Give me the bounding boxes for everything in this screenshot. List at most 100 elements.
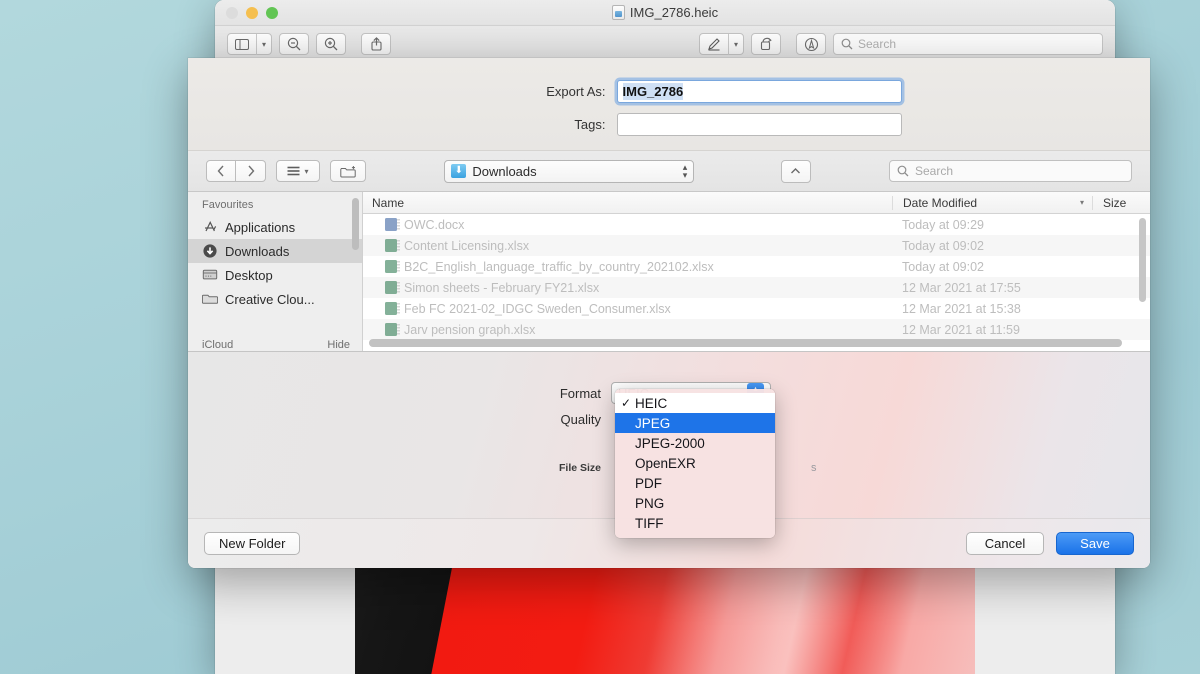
column-header-date-label: Date Modified [903, 195, 978, 210]
sidebar-view-button[interactable]: ▾ [227, 33, 273, 55]
window-title: IMG_2786.heic [215, 5, 1115, 20]
markup-pen-icon[interactable] [700, 34, 728, 55]
file-size-value: s [811, 462, 817, 474]
tags-input[interactable] [616, 113, 902, 136]
file-date-cell: 12 Mar 2021 at 15:38 [902, 301, 1021, 316]
sidebar-view-chevron-down-icon[interactable]: ▾ [256, 33, 271, 55]
markup-button[interactable]: ▾ [698, 33, 744, 55]
sidebar-header: Favourites [202, 199, 254, 211]
view-options-chevron-down-icon: ▾ [304, 166, 309, 176]
zoom-out-icon [287, 37, 301, 51]
sidebar-item-desktop[interactable]: Desktop [188, 263, 362, 287]
location-stepper-icon[interactable]: ▴ ▾ [683, 163, 688, 180]
dialog-action-buttons: Cancel Save [966, 532, 1134, 555]
menu-item-label: OpenEXR [635, 455, 696, 471]
export-as-value: IMG_2786 [622, 83, 684, 100]
location-popup-button[interactable]: Downloads ▴▾ [444, 159, 695, 183]
file-name-cell: OWC.docx [363, 218, 892, 232]
format-dropdown-menu[interactable]: ✓ HEIC JPEG JPEG-2000 OpenEXR PDF PNG TI… [615, 389, 775, 538]
menu-item-openexr[interactable]: OpenEXR [615, 453, 775, 473]
back-button[interactable] [206, 160, 236, 182]
preview-titlebar: IMG_2786.heic [215, 0, 1115, 26]
new-folder-button[interactable]: New Folder [204, 532, 301, 555]
sidebar-item-downloads[interactable]: Downloads [188, 239, 362, 263]
menu-item-label: HEIC [635, 395, 668, 411]
tags-row: Tags: [188, 113, 1150, 136]
share-button[interactable] [361, 33, 392, 55]
enclosing-folder-button[interactable] [780, 159, 811, 183]
file-name-text: Content Licensing.xlsx [404, 238, 530, 253]
sidebar-icloud-label: iCloud [202, 339, 234, 351]
table-row[interactable]: Simon sheets - February FY21.xlsx 12 Mar… [363, 277, 1150, 298]
menu-item-jpeg[interactable]: JPEG [615, 413, 775, 433]
tags-label: Tags: [574, 117, 606, 132]
column-header-date-modified[interactable]: Date Modified ▾ [892, 195, 1092, 210]
heic-document-icon [611, 5, 625, 20]
table-row[interactable]: Jarv pension graph.xlsx 12 Mar 2021 at 1… [363, 319, 1150, 340]
word-document-icon [385, 218, 400, 231]
file-browser-search-field[interactable]: Search [888, 160, 1132, 182]
file-name-text: Jarv pension graph.xlsx [404, 322, 536, 337]
new-folder-icon [340, 165, 356, 177]
forward-button[interactable] [236, 160, 266, 182]
menu-item-heic[interactable]: ✓ HEIC [615, 393, 775, 413]
view-options-button[interactable]: ▾ [276, 160, 320, 182]
file-date-cell: 12 Mar 2021 at 11:59 [902, 322, 1020, 337]
table-row[interactable]: OWC.docx Today at 09:29 [363, 214, 1150, 235]
location-value: Downloads [472, 163, 537, 179]
vertical-scrollbar[interactable] [1139, 218, 1146, 302]
export-as-input[interactable]: IMG_2786 [616, 80, 902, 103]
table-row[interactable]: B2C_English_language_traffic_by_country_… [363, 256, 1150, 277]
file-rows: OWC.docx Today at 09:29 Content Licensin… [363, 214, 1150, 351]
zoom-in-button[interactable] [316, 33, 347, 55]
export-as-label: Export As: [546, 84, 606, 99]
horizontal-scrollbar[interactable] [369, 339, 1122, 347]
preview-search-placeholder: Search [858, 37, 897, 51]
zoom-out-button[interactable] [279, 33, 310, 55]
sidebar-view-icon[interactable] [228, 34, 256, 55]
format-label: Format [559, 385, 601, 401]
excel-document-icon [385, 281, 400, 294]
menu-item-jpeg-2000[interactable]: JPEG-2000 [615, 433, 775, 453]
quality-label: Quality [560, 412, 601, 427]
column-header-size[interactable]: Size [1092, 195, 1150, 210]
export-fields: Export As: IMG_2786 Tags: [188, 58, 1150, 150]
cancel-button[interactable]: Cancel [966, 532, 1044, 555]
applications-icon [202, 219, 218, 235]
preview-search-field[interactable]: Search [833, 33, 1103, 55]
menu-item-label: PDF [635, 475, 662, 491]
file-name-cell: Jarv pension graph.xlsx [363, 323, 892, 337]
file-date-cell: Today at 09:02 [902, 238, 985, 253]
back-forward-segment[interactable] [206, 160, 266, 182]
chevron-left-icon [217, 165, 224, 177]
menu-item-label: PNG [635, 495, 665, 511]
sidebar-item-label: Applications [225, 219, 296, 235]
file-name-text: B2C_English_language_traffic_by_country_… [404, 259, 714, 274]
desktop-icon [202, 267, 218, 283]
sidebar-hide-button[interactable]: Hide [327, 339, 350, 351]
new-folder-nav-button[interactable] [330, 160, 366, 182]
sidebar-item-creative-cloud[interactable]: Creative Clou... [188, 287, 362, 311]
sidebar-item-applications[interactable]: Applications [188, 215, 362, 239]
search-icon [897, 165, 909, 177]
sidebar-scrollbar[interactable] [352, 198, 359, 250]
menu-item-png[interactable]: PNG [615, 493, 775, 513]
menu-item-label: JPEG-2000 [635, 435, 705, 451]
save-button[interactable]: Save [1056, 532, 1134, 555]
menu-item-tiff[interactable]: TIFF [615, 513, 775, 533]
file-list-header: Name Date Modified ▾ Size [363, 192, 1150, 214]
rotate-button[interactable] [751, 33, 781, 55]
table-row[interactable]: Content Licensing.xlsx Today at 09:02 [363, 235, 1150, 256]
folder-icon [202, 291, 218, 307]
table-row[interactable]: Feb FC 2021-02_IDGC Sweden_Consumer.xlsx… [363, 298, 1150, 319]
rotate-icon [760, 37, 772, 51]
file-date-cell: Today at 09:29 [902, 217, 985, 232]
markup-chevron-down-icon[interactable]: ▾ [727, 33, 743, 55]
desktop-background: IMG_2786.heic ▾ ▾ Search Export As: IMG_… [0, 0, 1200, 674]
column-header-name[interactable]: Name [363, 196, 892, 210]
annotate-button[interactable] [796, 33, 826, 55]
menu-item-pdf[interactable]: PDF [615, 473, 775, 493]
downloads-icon [202, 243, 218, 259]
file-name-cell: Content Licensing.xlsx [363, 239, 892, 253]
excel-document-icon [385, 323, 400, 336]
